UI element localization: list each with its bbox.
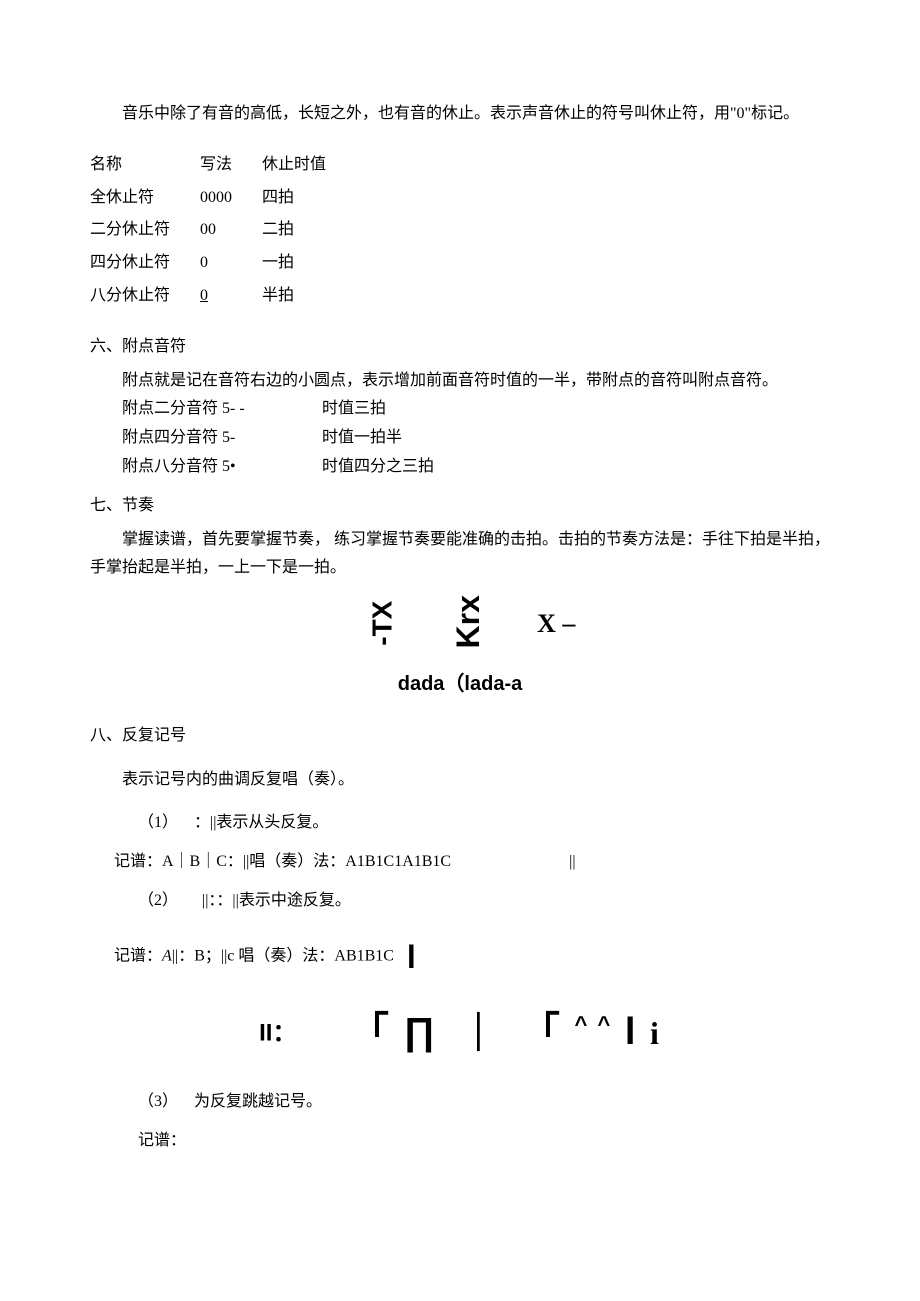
section-6-title: 六、附点音符 bbox=[90, 333, 830, 362]
table-header-row: 名称 写法 休止时值 bbox=[90, 149, 356, 182]
item-1-notation: 记谱：A｜B｜C：||唱（奏）法：A1B1C1A1B1C || bbox=[114, 848, 830, 877]
dotted-note-list: 附点二分音符 5- - 时值三拍 附点四分音符 5- 时值一拍半 附点八分音符 … bbox=[122, 395, 830, 481]
cell-name: 四分休止符 bbox=[90, 247, 200, 280]
header-duration: 休止时值 bbox=[262, 149, 356, 182]
repeat-symbols-diagram: II： 「 ∏ ｜ 「 ^ ^ l i bbox=[90, 998, 830, 1068]
cell-name: 八分休止符 bbox=[90, 280, 200, 313]
cell-name: 全休止符 bbox=[90, 182, 200, 215]
cell-duration: 一拍 bbox=[262, 247, 356, 280]
cell-duration: 半拍 bbox=[262, 280, 356, 313]
item-1-label: （1） bbox=[138, 814, 178, 831]
rhythm-symbol-2: Krx bbox=[440, 595, 498, 648]
item-3-label: （3） bbox=[138, 1093, 178, 1110]
section-8-intro: 表示记号内的曲调反复唱（奏）。 bbox=[90, 766, 830, 795]
cell-name: 二分休止符 bbox=[90, 214, 200, 247]
cell-notation: 0 bbox=[200, 247, 262, 280]
section-8-title: 八、反复记号 bbox=[90, 722, 830, 751]
repeat-left-symbol: II： bbox=[259, 1019, 296, 1046]
table-row: 四分休止符 0 一拍 bbox=[90, 247, 356, 280]
cell-notation: 00 bbox=[200, 214, 262, 247]
table-row: 全休止符 0000 四拍 bbox=[90, 182, 356, 215]
section-6-body: 附点就是记在音符右边的小圆点，表示增加前面音符时值的一半，带附点的音符叫附点音符… bbox=[90, 367, 830, 396]
rest-table: 名称 写法 休止时值 全休止符 0000 四拍 二分休止符 00 二拍 四分休止… bbox=[90, 149, 356, 313]
list-item: 附点二分音符 5- - 时值三拍 bbox=[122, 395, 830, 424]
repeat-item-2: （2） ||：：||表示中途反复。 bbox=[138, 887, 830, 916]
cell-duration: 二拍 bbox=[262, 214, 356, 247]
intro-paragraph: 音乐中除了有音的高低，长短之外，也有音的休止。表示声音休止的符号叫休止符，用"0… bbox=[90, 100, 830, 129]
cell-notation: 0000 bbox=[200, 182, 262, 215]
item-3-notation: 记谱： bbox=[138, 1127, 830, 1156]
dotted-note-value: 时值三拍 bbox=[322, 395, 830, 424]
cell-notation: 0 bbox=[200, 280, 262, 313]
list-item: 附点四分音符 5- 时值一拍半 bbox=[122, 424, 830, 453]
table-row: 二分休止符 00 二拍 bbox=[90, 214, 356, 247]
header-name: 名称 bbox=[90, 149, 200, 182]
cell-duration: 四拍 bbox=[262, 182, 356, 215]
repeat-item-1: （1） ：||表示从头反复。 bbox=[138, 809, 830, 838]
section-7-title: 七、节奏 bbox=[90, 492, 830, 521]
item-2-notation: 记谱：A||：B；||c 唱（奏）法：AB1B1C l bbox=[114, 941, 830, 973]
table-row: 八分休止符 0 半拍 bbox=[90, 280, 356, 313]
dotted-note-value: 时值一拍半 bbox=[322, 424, 830, 453]
rhythm-diagram: -TX Krx X – dada（lada-a bbox=[90, 593, 830, 702]
dada-text: dada（lada-a bbox=[90, 666, 830, 702]
section-7-body: 掌握读谱，首先要掌握节奏， 练习掌握节奏要能准确的击拍。击拍的节奏方法是：手往下… bbox=[90, 526, 830, 584]
dotted-note-value: 时值四分之三拍 bbox=[322, 453, 830, 482]
dotted-note-name: 附点四分音符 5- bbox=[122, 424, 322, 453]
repeat-item-3: （3） 为反复跳越记号。 bbox=[138, 1088, 830, 1117]
repeat-right-symbol: 「 ∏ ｜ 「 ^ ^ l i bbox=[351, 1011, 661, 1053]
item-2-label: （2） bbox=[138, 892, 178, 909]
dotted-note-name: 附点八分音符 5• bbox=[122, 453, 322, 482]
item-2-text: ||：：||表示中途反复。 bbox=[202, 892, 351, 909]
header-notation: 写法 bbox=[200, 149, 262, 182]
item-1-text: ：||表示从头反复。 bbox=[194, 814, 328, 831]
rhythm-symbol-1: -TX bbox=[357, 601, 407, 646]
dotted-note-name: 附点二分音符 5- - bbox=[122, 395, 322, 424]
item-3-text: 为反复跳越记号。 bbox=[194, 1093, 322, 1110]
rhythm-symbol-3: X – bbox=[537, 609, 575, 638]
bar-icon: l bbox=[398, 941, 416, 973]
list-item: 附点八分音符 5• 时值四分之三拍 bbox=[122, 453, 830, 482]
